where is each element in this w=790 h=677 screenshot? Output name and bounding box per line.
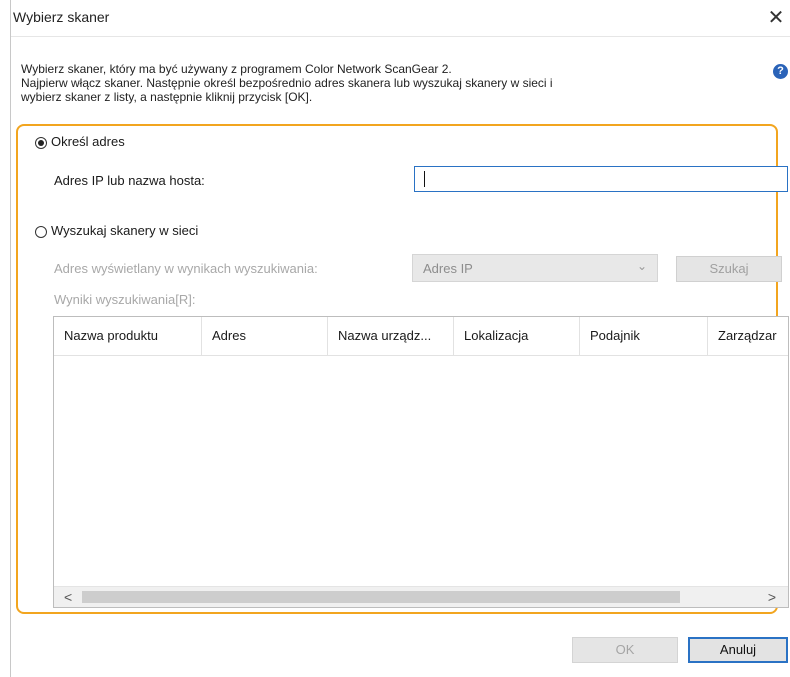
search-network-label[interactable]: Wyszukaj skanery w sieci (51, 223, 198, 238)
cancel-button[interactable]: Anuluj (688, 637, 788, 663)
scroll-right-icon[interactable]: > (768, 589, 776, 605)
search-button[interactable]: Szukaj (676, 256, 782, 282)
display-address-label: Adres wyświetlany w wynikach wyszukiwani… (54, 261, 318, 276)
display-address-dropdown[interactable]: Adres IP ⌄ (412, 254, 658, 282)
window-title: Wybierz skaner (13, 9, 110, 25)
intro-line-1: Wybierz skaner, który ma być używany z p… (21, 62, 452, 76)
specify-address-label[interactable]: Określ adres (51, 134, 125, 149)
ip-host-input[interactable] (414, 166, 788, 192)
intro-line-2: Najpierw włącz skaner. Następnie określ … (21, 76, 553, 90)
scrollbar-thumb[interactable] (82, 591, 680, 603)
column-header-product-name[interactable]: Nazwa produktu (54, 317, 202, 355)
intro-text: Wybierz skaner, który ma być używany z p… (21, 62, 741, 104)
column-header-device-name[interactable]: Nazwa urządz... (328, 317, 454, 355)
table-header: Nazwa produktu Adres Nazwa urządz... Lok… (54, 317, 788, 356)
column-header-feeder[interactable]: Podajnik (580, 317, 708, 355)
horizontal-scrollbar[interactable]: < > (54, 586, 788, 607)
help-icon[interactable]: ? (773, 64, 788, 79)
specify-address-radio[interactable] (35, 137, 47, 149)
ip-host-label: Adres IP lub nazwa hosta: (54, 173, 205, 188)
chevron-down-icon: ⌄ (636, 259, 647, 273)
column-header-management[interactable]: Zarządzar (708, 317, 788, 355)
ok-button[interactable]: OK (572, 637, 678, 663)
text-caret (424, 171, 425, 187)
close-icon[interactable]: ✕ (763, 4, 789, 32)
column-header-address[interactable]: Adres (202, 317, 328, 355)
search-results-table[interactable]: Nazwa produktu Adres Nazwa urządz... Lok… (53, 316, 789, 608)
intro-line-3: wybierz skaner z listy, a następnie klik… (21, 90, 313, 104)
search-results-label: Wyniki wyszukiwania[R]: (54, 292, 196, 307)
scroll-left-icon[interactable]: < (64, 589, 72, 605)
title-bar: Wybierz skaner ✕ (11, 0, 790, 37)
column-header-location[interactable]: Lokalizacja (454, 317, 580, 355)
search-network-radio[interactable] (35, 226, 47, 238)
display-address-value: Adres IP (423, 261, 473, 276)
